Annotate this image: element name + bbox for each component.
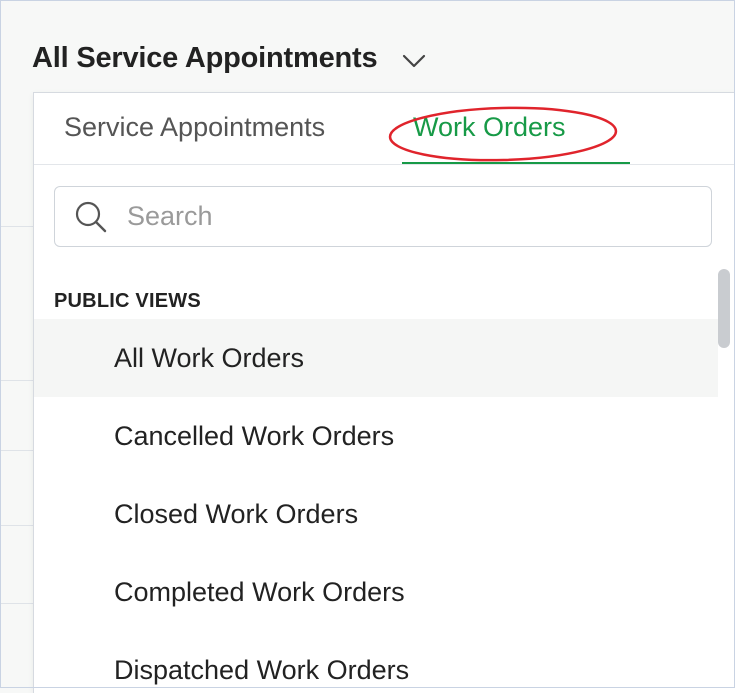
view-selector[interactable]: All Service Appointments: [32, 42, 427, 75]
search-field[interactable]: [54, 186, 712, 247]
search-input[interactable]: [125, 200, 689, 233]
list-item-completed-work-orders[interactable]: Completed Work Orders: [34, 553, 718, 631]
chevron-down-icon[interactable]: [401, 48, 427, 74]
background-divider: [0, 525, 33, 526]
view-dropdown-panel: Service Appointments Work Orders PUBLIC …: [33, 92, 735, 693]
list-item-dispatched-work-orders[interactable]: Dispatched Work Orders: [34, 631, 718, 693]
active-tab-indicator: [402, 162, 630, 164]
list-item-cancelled-work-orders[interactable]: Cancelled Work Orders: [34, 397, 718, 475]
search-icon: [73, 199, 109, 235]
view-list: All Work Orders Cancelled Work Orders Cl…: [34, 319, 718, 693]
list-item-all-work-orders[interactable]: All Work Orders: [34, 319, 718, 397]
background-divider: [0, 380, 33, 381]
background-divider: [0, 603, 33, 604]
background-divider: [0, 226, 33, 227]
list-item-closed-work-orders[interactable]: Closed Work Orders: [34, 475, 718, 553]
tab-service-appointments[interactable]: Service Appointments: [64, 112, 325, 143]
tab-work-orders[interactable]: Work Orders: [413, 112, 566, 143]
background-divider: [0, 450, 33, 451]
scrollbar-thumb[interactable]: [718, 269, 730, 348]
page-title[interactable]: All Service Appointments: [32, 42, 378, 75]
view-tabs: Service Appointments Work Orders: [34, 93, 735, 165]
section-heading-public-views: PUBLIC VIEWS: [54, 290, 201, 312]
